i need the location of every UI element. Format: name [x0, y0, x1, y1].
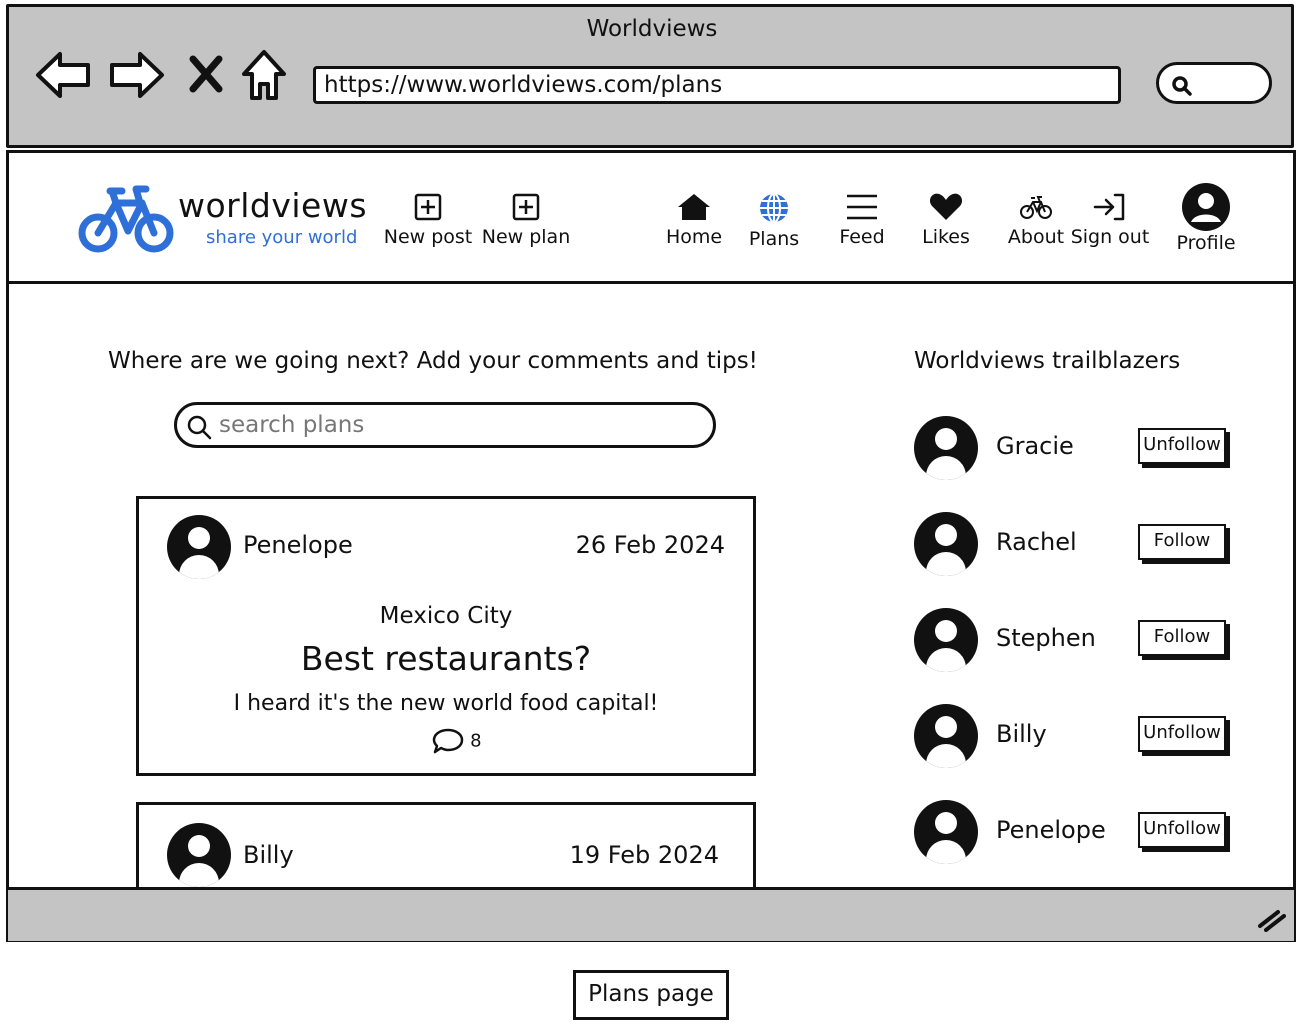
bicycle-icon [1020, 196, 1052, 219]
nav-home-label: Home [665, 226, 723, 248]
comment-count: 8 [470, 730, 482, 752]
plans-heading: Where are we going next? Add your commen… [108, 348, 768, 374]
nav-plans-label: Plans [748, 228, 800, 250]
trailblazer-name[interactable]: Gracie [996, 432, 1074, 460]
trailblazer-name[interactable]: Billy [996, 720, 1047, 748]
follow-button[interactable]: Follow [1138, 620, 1226, 656]
user-avatar-icon[interactable] [914, 704, 978, 768]
heart-icon [929, 193, 963, 220]
follow-button[interactable]: Follow [1138, 524, 1226, 560]
home-icon [678, 194, 710, 220]
stop-x-icon[interactable] [188, 55, 224, 93]
nav-feed-label: Feed [839, 226, 885, 248]
plan-author[interactable]: Billy [243, 841, 294, 869]
trailblazer-row: Billy Unfollow [914, 704, 1244, 768]
nav-about-label: About [1007, 226, 1065, 248]
plan-title[interactable]: Best restaurants? [139, 639, 753, 678]
plan-date: 19 Feb 2024 [569, 841, 719, 869]
browser-search-field[interactable] [1156, 62, 1272, 104]
nav-profile-label: Profile [1176, 232, 1236, 254]
nav-sign-out[interactable]: Sign out [1068, 192, 1152, 248]
plans-search-input[interactable]: search plans [174, 402, 716, 448]
unfollow-button[interactable]: Unfollow [1138, 716, 1226, 752]
window-title: Worldviews [586, 16, 718, 42]
author-avatar-icon[interactable] [167, 515, 231, 579]
nav-sign-out-label: Sign out [1070, 226, 1150, 248]
nav-home[interactable]: Home [656, 192, 732, 248]
trailblazer-name[interactable]: Stephen [996, 624, 1096, 652]
nav-likes[interactable]: Likes [910, 192, 982, 248]
nav-profile[interactable]: Profile [1168, 182, 1244, 254]
plan-date: 26 Feb 2024 [575, 531, 725, 559]
nav-likes-label: Likes [922, 226, 970, 248]
nav-plans[interactable]: Plans [738, 192, 810, 250]
profile-avatar-icon [1182, 183, 1230, 231]
nav-feed[interactable]: Feed [826, 192, 898, 248]
sign-out-icon [1093, 193, 1125, 221]
user-avatar-icon[interactable] [914, 416, 978, 480]
user-avatar-icon[interactable] [914, 512, 978, 576]
search-icon [1172, 76, 1192, 96]
comments-link[interactable]: 8 [431, 727, 482, 755]
plus-square-icon [512, 193, 540, 221]
nav-new-post[interactable]: New post [380, 192, 476, 248]
brand-tagline: share your world [206, 227, 358, 248]
trailblazer-name[interactable]: Rachel [996, 528, 1077, 556]
plan-card[interactable]: Billy 19 Feb 2024 [136, 802, 756, 894]
trailblazer-row: Stephen Follow [914, 608, 1244, 672]
trailblazer-row: Rachel Follow [914, 512, 1244, 576]
brand-name[interactable]: worldviews [178, 186, 367, 225]
search-placeholder: search plans [219, 412, 365, 438]
comment-bubble-icon [432, 728, 464, 754]
plan-card[interactable]: Penelope 26 Feb 2024 Mexico City Best re… [136, 496, 756, 776]
plan-location: Mexico City [379, 603, 513, 629]
browser-status-bar [8, 887, 1294, 941]
bicycle-logo-icon[interactable] [78, 183, 176, 259]
nav-new-plan-label: New plan [481, 226, 571, 248]
nav-new-plan[interactable]: New plan [478, 192, 574, 248]
search-icon [187, 415, 212, 440]
plan-author[interactable]: Penelope [243, 531, 353, 559]
page-caption: Plans page [573, 970, 729, 1020]
trailblazer-row: Gracie Unfollow [914, 416, 1244, 480]
back-arrow-icon[interactable] [34, 50, 92, 100]
globe-icon [760, 193, 788, 223]
author-avatar-icon[interactable] [167, 823, 231, 887]
user-avatar-icon[interactable] [914, 608, 978, 672]
forward-arrow-icon[interactable] [108, 50, 166, 100]
unfollow-button[interactable]: Unfollow [1138, 812, 1226, 848]
menu-lines-icon [847, 194, 877, 220]
user-avatar-icon[interactable] [914, 800, 978, 864]
trailblazer-row: Penelope Unfollow [914, 800, 1244, 864]
sidebar-heading: Worldviews trailblazers [914, 348, 1181, 374]
trailblazer-name[interactable]: Penelope [996, 816, 1106, 844]
home-browser-icon[interactable] [240, 48, 288, 104]
nav-about[interactable]: About [1004, 192, 1068, 248]
unfollow-button[interactable]: Unfollow [1138, 428, 1226, 464]
plan-body: I heard it's the new world food capital! [233, 691, 659, 716]
plans-heading-text: Where are we going next? Add your commen… [108, 348, 758, 374]
resize-grip-icon[interactable] [1256, 906, 1286, 936]
nav-new-post-label: New post [383, 226, 473, 248]
address-bar[interactable]: https://www.worldviews.com/plans [313, 66, 1121, 104]
plus-square-icon [414, 193, 442, 221]
